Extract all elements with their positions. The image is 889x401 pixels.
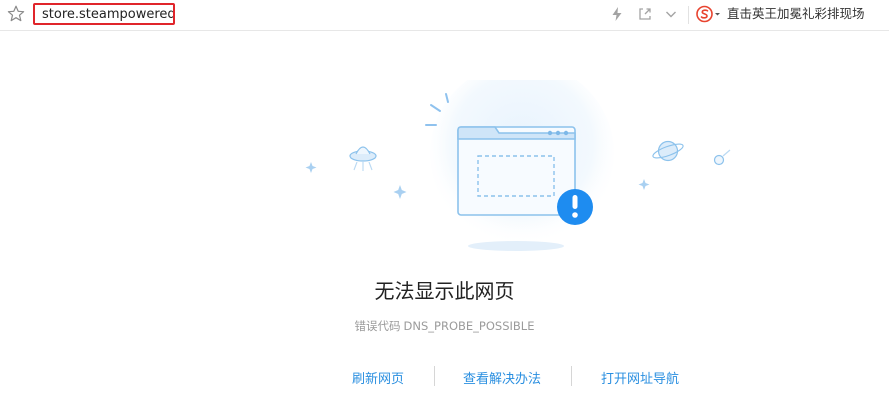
error-title: 无法显示此网页: [374, 279, 515, 303]
address-url-text: store.steampowered: [42, 6, 175, 22]
share-icon[interactable]: [636, 5, 654, 23]
view-solutions-link[interactable]: 查看解决办法: [463, 368, 541, 387]
open-url-navigation-link[interactable]: 打开网址导航: [601, 368, 679, 387]
refresh-page-link[interactable]: 刷新网页: [352, 368, 404, 387]
shadow-ellipse: [468, 241, 564, 251]
toolbar-divider: [688, 6, 689, 24]
search-engine-logo-icon[interactable]: [696, 5, 722, 23]
address-bar[interactable]: store.steampowered: [33, 3, 175, 25]
alert-exclamation-icon: [557, 189, 593, 225]
error-code-value: DNS_PROBE_POSSIBLE: [403, 319, 535, 333]
error-actions: 刷新网页 查看解决办法 打开网址导航: [0, 364, 889, 388]
lightning-icon[interactable]: [608, 5, 626, 23]
chevron-down-icon[interactable]: [662, 5, 680, 23]
error-code-label: 错误代码: [354, 319, 401, 333]
error-code: 错误代码 DNS_PROBE_POSSIBLE: [0, 318, 889, 334]
promo-news-link[interactable]: 直击英王加冕礼彩排现场: [727, 5, 865, 23]
meteor-icon: [713, 149, 731, 166]
bookmark-star-icon[interactable]: [6, 4, 26, 24]
error-illustration: [305, 80, 731, 251]
planet-icon: [652, 140, 684, 162]
actions-divider: [434, 366, 435, 386]
browser-window-icon: [457, 126, 576, 216]
actions-divider: [571, 366, 572, 386]
ufo-icon: [349, 146, 377, 171]
browser-toolbar: store.steampowered 直击英王加冕礼彩排现场: [0, 0, 889, 31]
